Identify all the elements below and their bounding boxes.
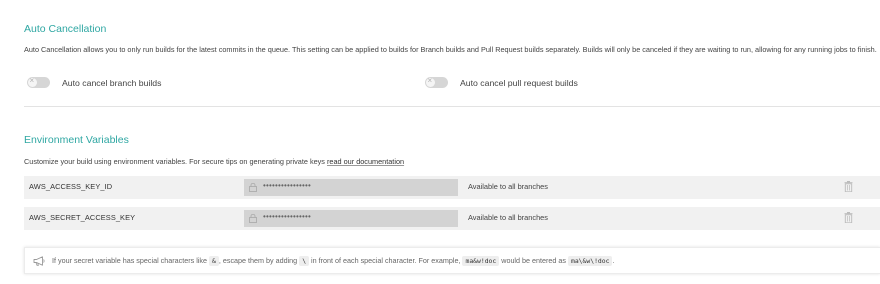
lock-icon [249, 214, 257, 223]
lock-icon [249, 183, 257, 192]
notice-text-part: would be entered as [501, 256, 566, 265]
notice-text-part: If your secret variable has special char… [52, 256, 207, 265]
env-vars-description: Customize your build using environment v… [24, 156, 404, 168]
section-divider [24, 106, 880, 107]
toggle-off-icon [28, 76, 37, 87]
code-snippet: ma&w!doc [462, 256, 500, 266]
branch-toggle-switch[interactable] [27, 76, 50, 88]
env-var-branches: Available to all branches [468, 213, 548, 222]
env-vars-title: Environment Variables [24, 134, 129, 146]
special-characters-notice: If your secret variable has special char… [24, 247, 880, 274]
docs-link[interactable]: read our documentation [327, 157, 404, 166]
env-var-branches: Available to all branches [468, 182, 548, 191]
branch-toggle-label: Auto cancel branch builds [62, 77, 162, 88]
auto-cancel-pr-toggle[interactable]: Auto cancel pull request builds [425, 76, 578, 88]
megaphone-icon [33, 256, 45, 266]
env-var-value-field[interactable]: •••••••••••••••• [244, 210, 458, 227]
auto-cancel-branch-toggle[interactable]: Auto cancel branch builds [27, 76, 162, 88]
trash-icon[interactable] [844, 212, 853, 223]
env-var-masked-value: •••••••••••••••• [263, 181, 312, 190]
env-var-name: AWS_SECRET_ACCESS_KEY [29, 213, 136, 222]
env-var-row: AWS_SECRET_ACCESS_KEY •••••••••••••••• A… [24, 207, 880, 230]
env-var-name: AWS_ACCESS_KEY_ID [29, 182, 113, 191]
env-var-masked-value: •••••••••••••••• [263, 212, 312, 221]
notice-text-part: , escape them by adding [218, 256, 298, 265]
notice-text-part: . [612, 256, 615, 265]
auto-cancellation-title: Auto Cancellation [24, 23, 107, 35]
env-vars-description-text: Customize your build using environment v… [24, 157, 325, 166]
auto-cancellation-description: Auto Cancellation allows you to only run… [24, 45, 877, 54]
code-snippet: \ [299, 256, 310, 266]
env-var-value-field[interactable]: •••••••••••••••• [244, 179, 458, 196]
notice-text: If your secret variable has special char… [52, 256, 615, 266]
toggle-off-icon [426, 76, 435, 87]
pr-toggle-switch[interactable] [425, 76, 448, 88]
code-snippet: & [209, 256, 219, 266]
notice-text-part: in front of each special character. For … [311, 256, 461, 265]
trash-icon[interactable] [844, 181, 853, 192]
code-snippet: ma\&w\!doc [567, 256, 613, 266]
env-var-row: AWS_ACCESS_KEY_ID •••••••••••••••• Avail… [24, 176, 880, 199]
pr-toggle-label: Auto cancel pull request builds [460, 77, 578, 88]
